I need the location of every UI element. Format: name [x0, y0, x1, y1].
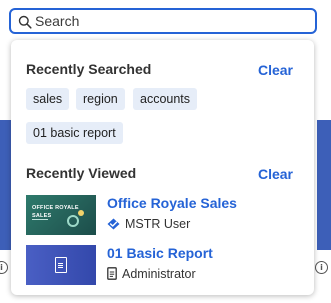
item-title[interactable]: Office Royale Sales [107, 195, 237, 211]
clear-recent-searches-button[interactable]: Clear [258, 62, 293, 78]
recent-search-chip[interactable]: accounts [133, 88, 198, 110]
item-title[interactable]: 01 Basic Report [107, 245, 213, 261]
dossier-thumbnail: OFFICE ROYALE SALES [26, 195, 96, 235]
recent-search-chip[interactable]: region [76, 88, 125, 110]
info-icon[interactable]: i [0, 261, 8, 274]
report-thumbnail [26, 245, 96, 285]
background-card-right [317, 120, 331, 250]
recently-viewed-title: Recently Viewed [26, 165, 137, 181]
item-owner-label: MSTR User [125, 217, 191, 231]
recently-viewed-item[interactable]: 01 Basic Report Administrator [26, 245, 306, 287]
clear-recently-viewed-button[interactable]: Clear [258, 166, 293, 182]
certified-shared-icon [107, 218, 120, 230]
recently-searched-title: Recently Searched [26, 61, 152, 77]
recent-search-chip[interactable]: sales [26, 88, 70, 110]
search-icon [18, 15, 32, 29]
report-icon [55, 257, 67, 273]
recently-viewed-item[interactable]: OFFICE ROYALE SALES Office Royale Sales … [26, 195, 306, 237]
info-icon[interactable]: i [315, 261, 328, 274]
recent-search-chip[interactable]: 01 basic report [26, 122, 123, 144]
search-input[interactable] [35, 12, 305, 30]
document-icon [107, 267, 117, 280]
item-owner-label: Administrator [122, 267, 196, 281]
search-dropdown: Recently Searched Clear sales region acc… [11, 40, 314, 295]
search-box[interactable] [9, 8, 317, 34]
item-owner: Administrator [107, 267, 196, 281]
thumbnail-title: OFFICE ROYALE SALES [32, 205, 79, 219]
item-owner: MSTR User [107, 217, 190, 231]
